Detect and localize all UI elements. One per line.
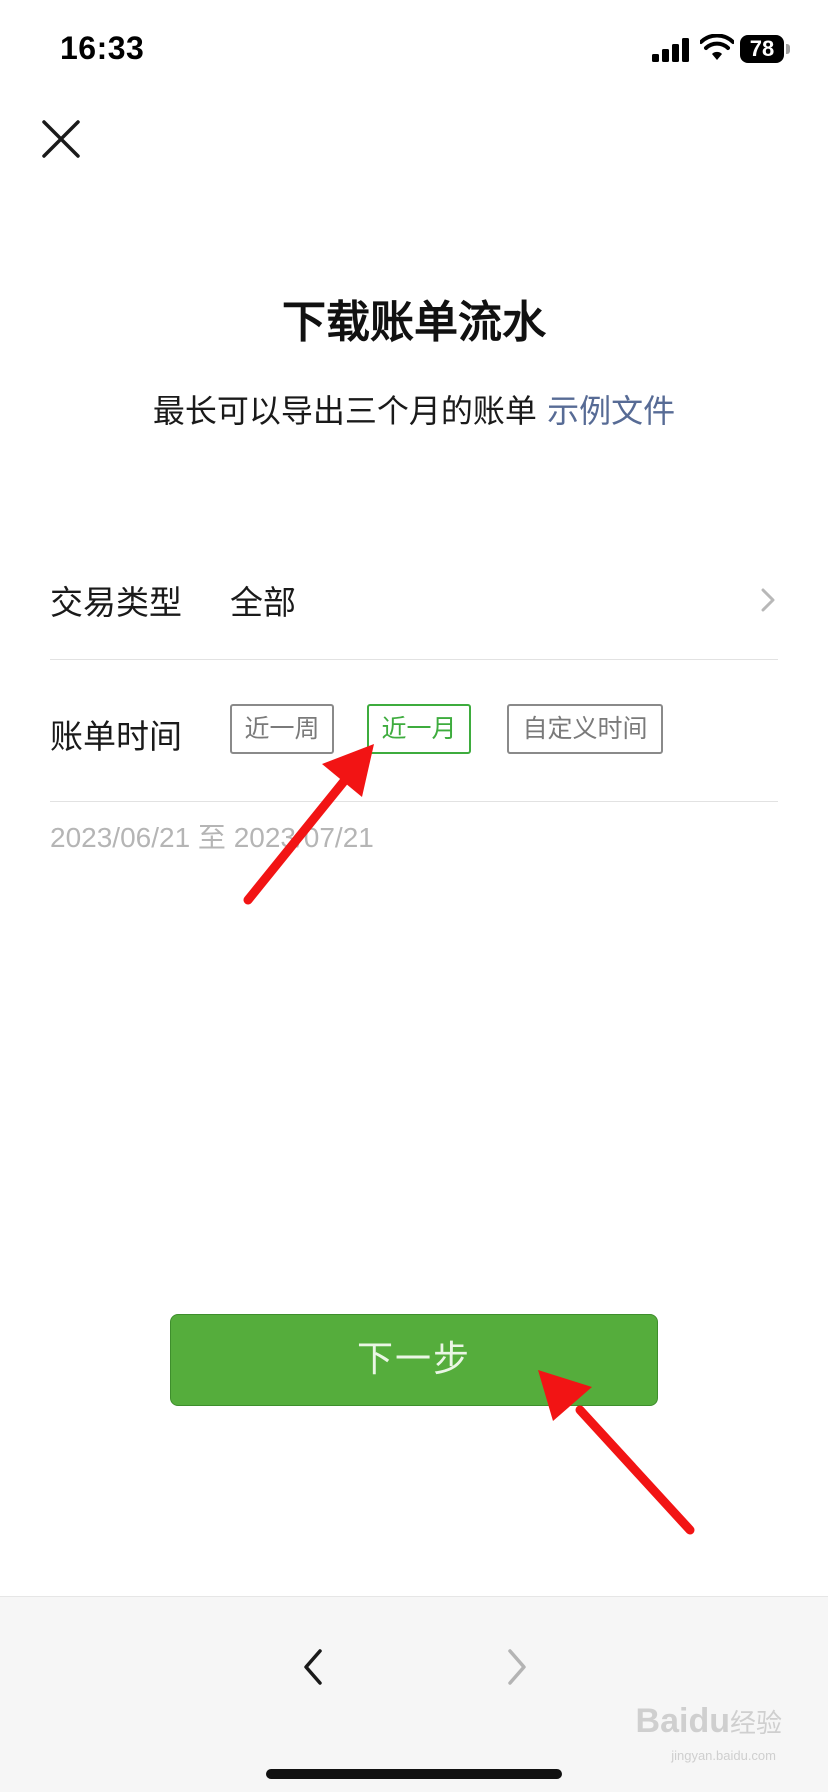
forward-arrow-icon[interactable]	[500, 1643, 532, 1691]
watermark-url: jingyan.baidu.com	[671, 1748, 776, 1763]
battery-tip	[786, 44, 790, 54]
status-bar: 16:33 78	[0, 0, 828, 100]
page-title: 下载账单流水	[282, 297, 546, 348]
watermark-brand: Baidu	[635, 1702, 730, 1740]
transaction-type-value: 全部	[230, 583, 296, 622]
close-icon[interactable]	[38, 116, 84, 162]
watermark-brand-cn: 经验	[729, 1708, 782, 1738]
sample-file-link[interactable]: 示例文件	[547, 392, 675, 430]
chevron-right-icon	[761, 588, 775, 612]
wifi-icon	[700, 34, 734, 60]
next-step-button[interactable]: 下一步	[170, 1314, 658, 1406]
home-indicator[interactable]	[266, 1769, 562, 1779]
option-last-week[interactable]: 近一周	[230, 704, 334, 754]
subtitle: 最长可以导出三个月的账单 示例文件	[0, 386, 828, 432]
date-range: 2023/06/21 至 2023/07/21	[50, 822, 374, 853]
annotation-arrows	[243, 744, 695, 1535]
baidu-watermark: Baidu经验	[636, 1702, 782, 1741]
bill-time-label: 账单时间	[50, 717, 182, 756]
bill-time-row: 账单时间 近一周 近一月 自定义时间	[50, 660, 778, 802]
option-last-month[interactable]: 近一月	[367, 704, 471, 754]
status-time: 16:33	[60, 30, 145, 66]
battery-icon: 78	[740, 35, 790, 63]
transaction-type-label: 交易类型	[50, 583, 182, 622]
option-custom-time[interactable]: 自定义时间	[507, 704, 663, 754]
transaction-type-row[interactable]: 交易类型 全部	[50, 540, 778, 660]
signal-icon	[652, 38, 689, 62]
back-arrow-icon[interactable]	[298, 1643, 330, 1691]
subtitle-text: 最长可以导出三个月的账单	[152, 392, 537, 430]
battery-level: 78	[740, 35, 784, 63]
